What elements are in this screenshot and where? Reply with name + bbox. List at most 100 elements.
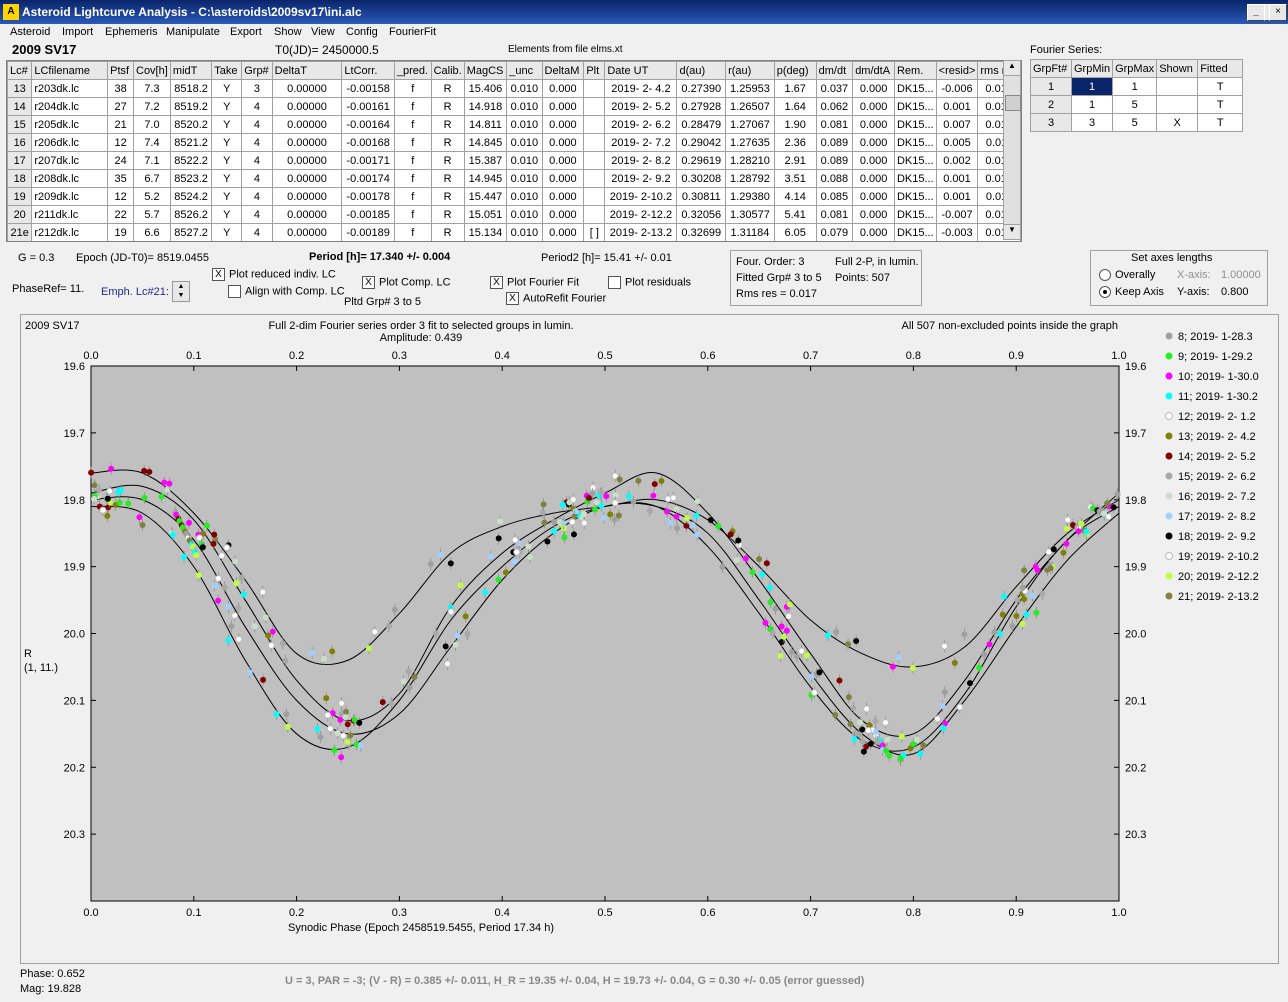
table-row[interactable]: 19 r209dk.lc 12 5.2 8524.2 Y 4 0.00000 -0.00178 f… [7, 187, 1021, 206]
table-cell[interactable]: DK15... [893, 223, 937, 241]
table-cell[interactable]: T [1197, 113, 1244, 132]
table-cell[interactable]: 0.010 [506, 187, 543, 206]
table-row[interactable]: 215 T [1030, 95, 1244, 114]
table-cell[interactable]: -0.00161 [341, 97, 395, 116]
table-cell[interactable]: 2019- 2- 6.2 [604, 115, 678, 134]
lc-col-header[interactable]: midT [169, 61, 213, 80]
table-cell[interactable]: -0.00189 [341, 223, 395, 241]
table-cell[interactable]: 2019- 2-12.2 [604, 205, 678, 224]
table-cell[interactable]: 0.00000 [271, 133, 343, 152]
table-cell[interactable]: 15.447 [463, 187, 508, 206]
table-cell[interactable]: 24 [107, 151, 134, 170]
table-cell[interactable]: Y [211, 223, 243, 241]
table-cell[interactable]: [ ] [583, 223, 606, 241]
table-cell[interactable]: R [430, 223, 465, 241]
table-row[interactable]: 17 r207dk.lc 24 7.1 8522.2 Y 4 0.00000 -0.00171 f… [7, 151, 1021, 170]
table-cell[interactable]: 18 [7, 169, 33, 188]
table-cell[interactable]: 4 [241, 133, 273, 152]
table-cell[interactable]: 2019- 2- 5.2 [604, 97, 678, 116]
table-cell[interactable]: 0.29042 [676, 133, 727, 152]
table-cell[interactable]: 0.00000 [271, 223, 343, 241]
scroll-thumb[interactable] [1005, 95, 1021, 111]
table-cell[interactable]: 0.00000 [271, 205, 343, 224]
table-cell[interactable]: R [430, 133, 465, 152]
lc-col-header[interactable]: Take [211, 61, 243, 80]
table-cell[interactable]: r203dk.lc [31, 79, 109, 98]
table-cell[interactable] [1156, 77, 1199, 96]
table-cell[interactable]: 0.081 [815, 115, 854, 134]
table-cell[interactable]: 4 [241, 223, 273, 241]
table-cell[interactable]: 0.001 [935, 97, 979, 116]
lc-col-header[interactable]: dm/dt [815, 61, 854, 80]
table-cell[interactable]: f [393, 133, 432, 152]
table-cell[interactable]: -0.00171 [341, 151, 395, 170]
table-cell[interactable]: 21 [107, 115, 134, 134]
table-cell[interactable]: 0.000 [541, 223, 585, 241]
table-cell[interactable]: 4 [241, 169, 273, 188]
table-cell[interactable]: r208dk.lc [31, 169, 109, 188]
table-cell[interactable] [583, 205, 606, 224]
table-cell[interactable]: 1.28792 [725, 169, 775, 188]
spin-up-icon[interactable]: ▲ [173, 282, 189, 291]
menu-export[interactable]: Export [230, 26, 262, 38]
table-cell[interactable]: 14.811 [463, 115, 508, 134]
table-cell[interactable]: 0.000 [852, 169, 895, 188]
table-cell[interactable]: f [393, 97, 432, 116]
yaxis-value[interactable]: 0.800 [1221, 286, 1249, 298]
lc-col-header[interactable]: LCfilename [31, 61, 109, 80]
table-cell[interactable]: 1 [1030, 77, 1072, 96]
table-cell[interactable]: 0.000 [852, 133, 895, 152]
table-row[interactable]: 13 r203dk.lc 38 7.3 8518.2 Y 3 0.00000 -0.00158 f… [7, 79, 1021, 98]
table-cell[interactable]: 0.000 [541, 151, 585, 170]
table-cell[interactable]: 8524.2 [169, 187, 213, 206]
lc-col-header[interactable]: _pred. [393, 61, 432, 80]
menu-show[interactable]: Show [274, 26, 302, 38]
table-cell[interactable]: 0.010 [506, 223, 543, 241]
table-cell[interactable]: 3 [1030, 113, 1072, 132]
table-cell[interactable]: 1.30577 [725, 205, 775, 224]
scroll-down-icon[interactable]: ▼ [1004, 224, 1020, 239]
table-cell[interactable] [1156, 95, 1199, 114]
table-cell[interactable]: 3 [1070, 113, 1114, 132]
checkbox-box[interactable]: X [506, 292, 519, 305]
table-cell[interactable]: Y [211, 133, 243, 152]
table-cell[interactable]: Y [211, 115, 243, 134]
table-cell[interactable]: 16 [7, 133, 33, 152]
table-cell[interactable]: 3 [241, 79, 273, 98]
plot-comp-checkbox[interactable]: X Plot Comp. LC [362, 276, 451, 289]
table-cell[interactable]: -0.007 [935, 205, 979, 224]
align-comp-checkbox[interactable]: Align with Comp. LC [228, 285, 345, 298]
lc-col-header[interactable]: Plt [583, 61, 606, 80]
table-cell[interactable]: Y [211, 187, 243, 206]
table-cell[interactable]: DK15... [893, 169, 937, 188]
table-cell[interactable]: 2019- 2- 8.2 [604, 151, 678, 170]
checkbox-box[interactable] [228, 285, 241, 298]
table-cell[interactable]: 14.845 [463, 133, 508, 152]
table-cell[interactable]: 0.007 [935, 115, 979, 134]
table-cell[interactable] [583, 79, 606, 98]
table-cell[interactable]: 1.26507 [725, 97, 775, 116]
lc-col-header[interactable]: _unc [506, 61, 543, 80]
table-cell[interactable]: R [430, 79, 465, 98]
lc-col-header[interactable]: DeltaT [271, 61, 343, 80]
close-button[interactable]: × [1269, 4, 1287, 21]
table-cell[interactable]: 6.05 [773, 223, 817, 241]
checkbox-box[interactable]: X [490, 276, 503, 289]
lc-col-header[interactable]: DeltaM [541, 61, 585, 80]
table-cell[interactable]: 1.31184 [725, 223, 775, 241]
table-cell[interactable]: 19 [107, 223, 134, 241]
scroll-up-icon[interactable]: ▲ [1004, 61, 1020, 76]
table-cell[interactable]: 7.2 [133, 97, 171, 116]
table-cell[interactable]: 4.14 [773, 187, 817, 206]
table-cell[interactable]: 38 [107, 79, 134, 98]
table-cell[interactable]: 0.000 [852, 97, 895, 116]
table-cell[interactable]: 0.088 [815, 169, 854, 188]
table-cell[interactable]: 0.089 [815, 133, 854, 152]
lc-col-header[interactable]: Cov[h] [133, 61, 171, 80]
table-cell[interactable]: 0.081 [815, 205, 854, 224]
emph-spinner[interactable]: ▲ ▼ [172, 281, 190, 302]
table-cell[interactable]: 0.00000 [271, 169, 343, 188]
menu-asteroid[interactable]: Asteroid [10, 26, 50, 38]
table-cell[interactable]: 6.6 [133, 223, 171, 241]
plot-fourier-checkbox[interactable]: X Plot Fourier Fit [490, 276, 579, 289]
